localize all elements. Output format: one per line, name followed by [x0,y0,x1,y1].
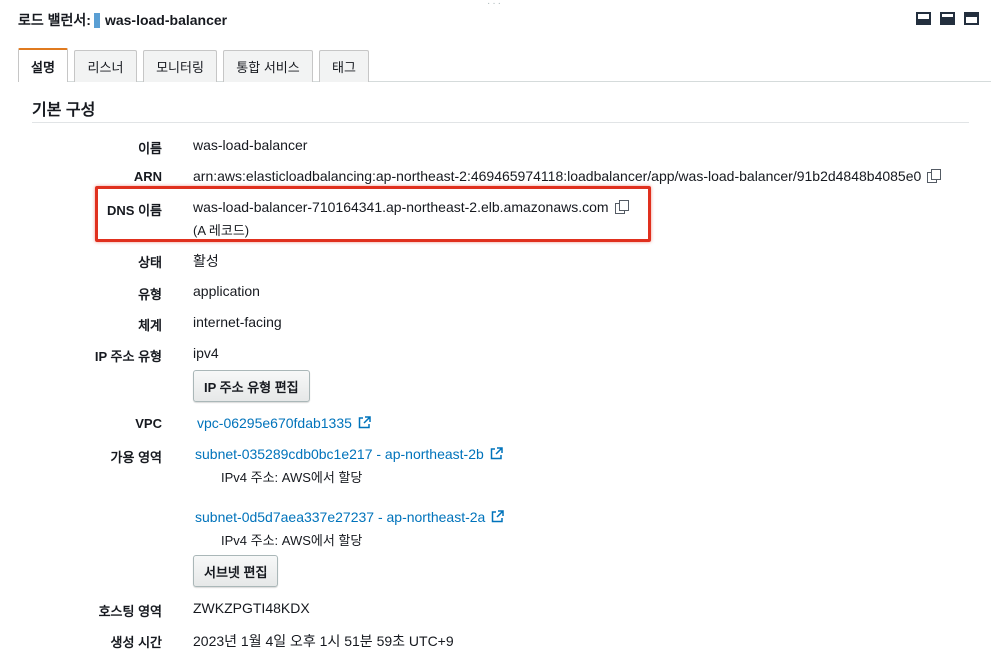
tab-integrated-services[interactable]: 통합 서비스 [223,50,313,82]
copy-dns-icon[interactable] [614,200,629,214]
edit-ip-type-button[interactable]: IP 주소 유형 편집 [193,370,310,402]
external-link-icon[interactable] [491,510,505,523]
layout-bottom-icon[interactable] [916,12,931,25]
name-label: 이름 [138,141,162,156]
panel-resize-handle[interactable]: ··· [487,0,503,9]
section-divider [32,122,969,123]
vpc-label: VPC [135,416,162,431]
layout-split-icon[interactable] [940,12,955,25]
dns-record-type: (A 레코드) [193,223,250,238]
panel-header: 로드 밸런서: was-load-balancer [18,10,979,30]
layout-controls [916,12,979,25]
ip-type-value: ipv4 [193,345,219,361]
subnet-link-2[interactable]: subnet-0d5d7aea337e27237 - ap-northeast-… [195,509,485,525]
tab-listeners[interactable]: 리스너 [74,50,137,82]
subnet-row-2: subnet-0d5d7aea337e27237 - ap-northeast-… [195,509,505,525]
subnet-row-1: subnet-035289cdb0bc1e217 - ap-northeast-… [195,446,503,462]
ip-type-label: IP 주소 유형 [94,349,162,364]
hosted-zone-value: ZWKZPGTI48KDX [193,600,310,616]
copy-arn-icon[interactable] [927,169,942,183]
load-balancer-name: was-load-balancer [104,12,228,28]
section-title: 기본 구성 [32,102,96,119]
state-label: 상태 [138,255,162,270]
vpc-link[interactable]: vpc-06295e670fdab1335 [197,415,352,431]
arn-label: ARN [133,169,162,184]
subnet-ipv4-1: IPv4 주소: AWS에서 할당 [221,470,363,485]
created-label: 생성 시간 [110,635,162,650]
vpc-row: vpc-06295e670fdab1335 [197,415,371,431]
tab-tags[interactable]: 태그 [319,50,369,82]
az-label: 가용 영역 [110,450,162,465]
tab-bar: 설명 리스너 모니터링 통합 서비스 태그 [18,48,991,82]
created-value: 2023년 1월 4일 오후 1시 51분 59초 UTC+9 [193,633,454,649]
dns-row: was-load-balancer-710164341.ap-northeast… [193,199,629,215]
dns-value: was-load-balancer-710164341.ap-northeast… [193,199,609,215]
arn-value: arn:aws:elasticloadbalancing:ap-northeas… [193,168,922,184]
type-value: application [193,283,260,299]
layout-top-icon[interactable] [964,12,979,25]
hosted-zone-label: 호스팅 영역 [98,604,162,619]
tab-monitoring[interactable]: 모니터링 [143,50,217,82]
header-marker [93,12,100,28]
type-label: 유형 [138,287,162,302]
subnet-ipv4-2: IPv4 주소: AWS에서 할당 [221,533,363,548]
external-link-icon[interactable] [490,447,503,460]
edit-subnets-button[interactable]: 서브넷 편집 [193,555,279,587]
dns-label: DNS 이름 [107,203,162,218]
external-link-icon[interactable] [358,416,371,429]
name-value: was-load-balancer [193,137,308,153]
tab-description[interactable]: 설명 [18,48,68,82]
state-value: 활성 [193,253,219,269]
arn-row: arn:aws:elasticloadbalancing:ap-northeas… [193,168,942,184]
scheme-label: 체계 [138,318,162,333]
scheme-value: internet-facing [193,314,282,330]
subnet-link-1[interactable]: subnet-035289cdb0bc1e217 - ap-northeast-… [195,446,484,462]
header-label: 로드 밸런서: [18,12,91,28]
